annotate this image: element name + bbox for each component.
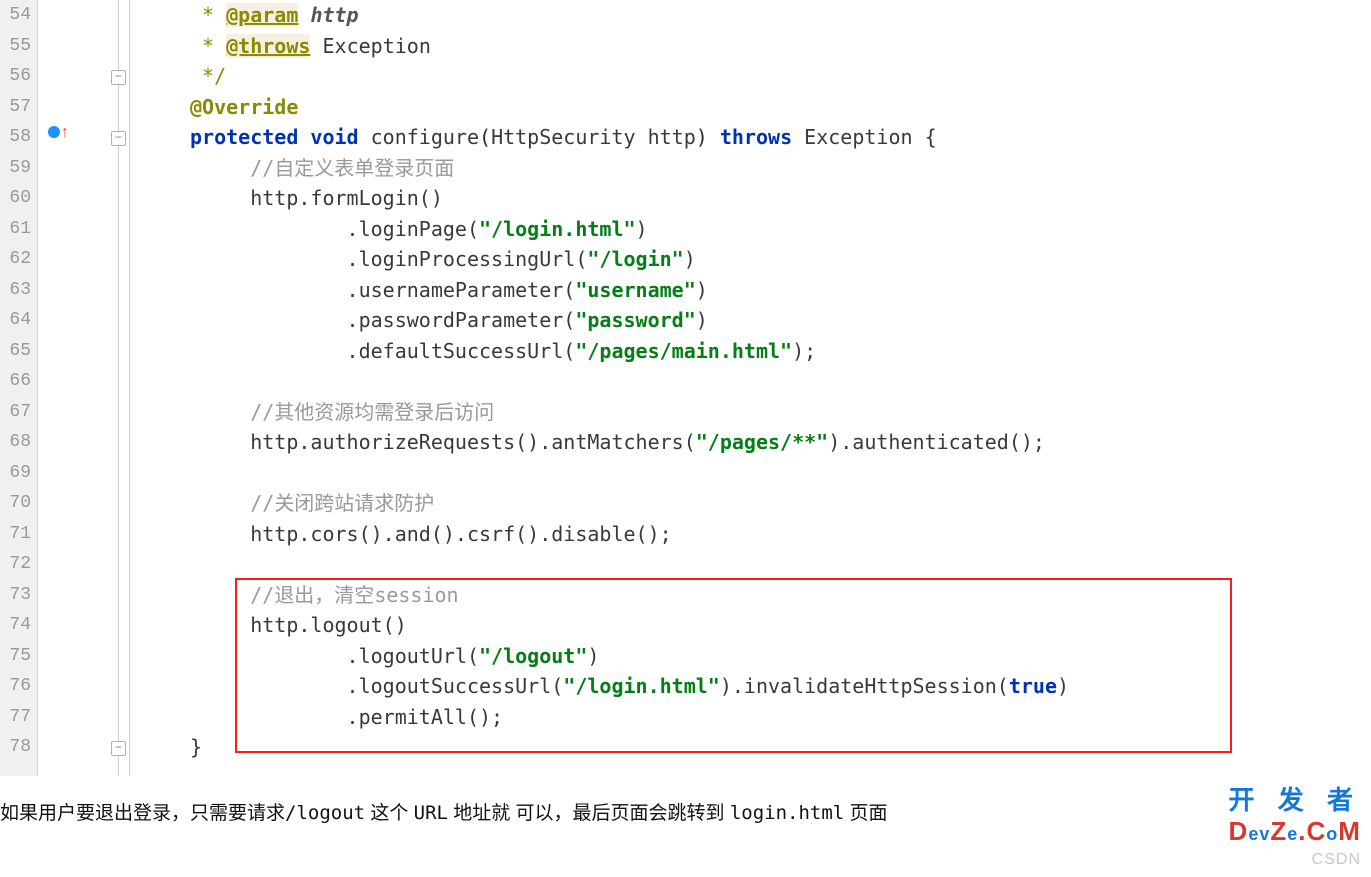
code-line[interactable]: http.formLogin() [190, 183, 1371, 214]
line-number-gutter: 54 55 56 57 58 59 60 61 62 63 64 65 66 6… [0, 0, 38, 776]
code-line[interactable]: .logoutUrl("/logout") [190, 641, 1371, 672]
line-number: 67 [0, 397, 31, 428]
code-line[interactable]: .loginPage("/login.html") [190, 214, 1371, 245]
code-line[interactable]: @Override [190, 92, 1371, 123]
code-line[interactable]: .permitAll(); [190, 702, 1371, 733]
code-editor[interactable]: 54 55 56 57 58 59 60 61 62 63 64 65 66 6… [0, 0, 1371, 776]
line-number: 65 [0, 336, 31, 367]
code-line[interactable]: * @throws Exception [190, 31, 1371, 62]
line-number: 57 [0, 92, 31, 123]
article-paragraph: 如果用户要退出登录，只需要请求/logout 这个 URL 地址就 可以，最后页… [0, 800, 888, 828]
line-number: 70 [0, 488, 31, 519]
line-number: 55 [0, 31, 31, 62]
code-line[interactable]: protected void configure(HttpSecurity ht… [190, 122, 1371, 153]
line-number: 74 [0, 610, 31, 641]
code-line[interactable] [190, 366, 1371, 397]
line-number: 75 [0, 641, 31, 672]
code-line[interactable]: //退出，清空session [190, 580, 1371, 611]
code-line[interactable]: } [190, 732, 1371, 763]
line-number: 62 [0, 244, 31, 275]
line-number: 76 [0, 671, 31, 702]
code-line[interactable]: */ [190, 61, 1371, 92]
fold-toggle-icon[interactable] [111, 741, 126, 756]
code-line[interactable]: http.cors().and().csrf().disable(); [190, 519, 1371, 550]
line-number: 61 [0, 214, 31, 245]
code-line[interactable]: * @param http [190, 0, 1371, 31]
line-number: 72 [0, 549, 31, 580]
override-gutter-icon[interactable] [48, 126, 60, 138]
code-line[interactable]: .loginProcessingUrl("/login") [190, 244, 1371, 275]
code-line[interactable]: .logoutSuccessUrl("/login.html").invalid… [190, 671, 1371, 702]
line-number: 68 [0, 427, 31, 458]
marker-gutter: ↑ [38, 0, 108, 776]
override-up-arrow-icon[interactable]: ↑ [60, 118, 70, 149]
fold-toggle-icon[interactable] [111, 131, 126, 146]
line-number: 69 [0, 458, 31, 489]
line-number: 73 [0, 580, 31, 611]
code-line[interactable]: http.authorizeRequests().antMatchers("/p… [190, 427, 1371, 458]
watermark-csdn: CSDN [1312, 845, 1361, 876]
fold-gutter[interactable] [108, 0, 130, 776]
line-number: 64 [0, 305, 31, 336]
code-line[interactable]: //自定义表单登录页面 [190, 153, 1371, 184]
watermark-logo: 开 发 者 DevZe.CoM [1229, 785, 1361, 849]
line-number: 77 [0, 702, 31, 733]
line-number: 59 [0, 153, 31, 184]
line-number: 66 [0, 366, 31, 397]
code-line[interactable]: .passwordParameter("password") [190, 305, 1371, 336]
line-number: 78 [0, 732, 31, 763]
code-line[interactable]: //其他资源均需登录后访问 [190, 397, 1371, 428]
code-line[interactable] [190, 549, 1371, 580]
code-line[interactable]: .defaultSuccessUrl("/pages/main.html"); [190, 336, 1371, 367]
line-number: 60 [0, 183, 31, 214]
line-number: 71 [0, 519, 31, 550]
code-line[interactable]: //关闭跨站请求防护 [190, 488, 1371, 519]
code-area[interactable]: * @param http * @throws Exception */ @Ov… [130, 0, 1371, 776]
code-line[interactable]: http.logout() [190, 610, 1371, 641]
code-line[interactable] [190, 458, 1371, 489]
code-line[interactable]: .usernameParameter("username") [190, 275, 1371, 306]
fold-toggle-icon[interactable] [111, 70, 126, 85]
line-number: 58 [0, 122, 31, 153]
line-number: 56 [0, 61, 31, 92]
line-number: 63 [0, 275, 31, 306]
line-number: 54 [0, 0, 31, 31]
